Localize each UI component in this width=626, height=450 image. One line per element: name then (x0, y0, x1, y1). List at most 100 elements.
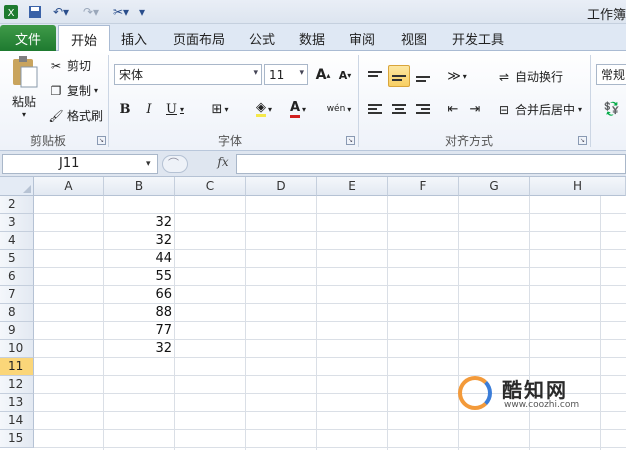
row-header-12[interactable]: 12 (0, 376, 34, 394)
cell-b6[interactable]: 55 (104, 268, 175, 286)
name-box[interactable]: J11 (2, 154, 158, 174)
formula-bar-resize-handle[interactable]: ⌒ (162, 155, 188, 173)
italic-button[interactable]: I (138, 98, 160, 120)
copy-button[interactable]: ❐ 复制 ▾ (48, 82, 98, 99)
tab-view[interactable]: 视图 (392, 25, 436, 51)
tab-file[interactable]: 文件 (0, 25, 56, 51)
align-center-button[interactable] (388, 98, 410, 120)
chevron-down-icon[interactable]: ▾ (146, 159, 151, 169)
tab-formulas[interactable]: 公式 (240, 25, 284, 51)
column-header-b[interactable]: B (104, 177, 175, 196)
orientation-button[interactable]: ≫ ▾ (442, 65, 472, 87)
phonetic-icon: wén (326, 104, 346, 114)
row-header-6[interactable]: 6 (0, 268, 34, 286)
cell-b10[interactable]: 32 (104, 340, 175, 358)
underline-button[interactable]: U ▾ (160, 98, 190, 120)
align-right-button[interactable] (412, 98, 434, 120)
shrink-font-button[interactable]: A ▾ (334, 64, 356, 86)
row-header-8[interactable]: 8 (0, 304, 34, 322)
align-left-icon (368, 104, 382, 114)
merge-center-label: 合并后居中 (515, 103, 576, 117)
alignment-launcher-icon[interactable]: ↘ (578, 136, 587, 145)
cell-b4[interactable]: 32 (104, 232, 175, 250)
borders-icon: ⊞ (211, 101, 223, 117)
watermark-logo: 酷知网 www.coozhi.com (458, 372, 608, 416)
cell-b3[interactable]: 32 (104, 214, 175, 232)
font-size-value: 11 (269, 67, 285, 82)
shrink-font-icon: A (338, 68, 348, 82)
wrap-text-icon: ⇌ (498, 69, 510, 84)
column-header-h[interactable]: H (530, 177, 626, 196)
tools-icon[interactable]: ✂▾ (110, 3, 132, 21)
fill-bucket-icon: ◈ (255, 100, 266, 117)
font-name-select[interactable]: 宋体 ▾ (114, 64, 262, 85)
cell-b8[interactable]: 88 (104, 304, 175, 322)
redo-icon[interactable]: ↷▾ (80, 3, 102, 21)
excel-icon: X (2, 3, 20, 21)
customize-icon[interactable]: ▾ (136, 3, 148, 21)
chevron-down-icon: ▾ (253, 68, 258, 78)
row-header-2[interactable]: 2 (0, 196, 34, 214)
row-header-5[interactable]: 5 (0, 250, 34, 268)
font-launcher-icon[interactable]: ↘ (346, 136, 355, 145)
grow-font-button[interactable]: A ▴ (312, 64, 334, 86)
coozhi-logo-icon (458, 376, 492, 410)
tab-home[interactable]: 开始 (58, 25, 110, 52)
increase-indent-button[interactable]: ⇥ (464, 98, 486, 120)
align-middle-button[interactable] (388, 65, 410, 87)
row-header-4[interactable]: 4 (0, 232, 34, 250)
select-all-corner[interactable] (0, 177, 34, 196)
format-painter-button[interactable]: 🖌 格式刷 (48, 107, 103, 124)
column-header-d[interactable]: D (246, 177, 317, 196)
row-header-15[interactable]: 15 (0, 430, 34, 448)
row-header-7[interactable]: 7 (0, 286, 34, 304)
cell-b9[interactable]: 77 (104, 322, 175, 340)
font-color-icon: A (289, 100, 301, 118)
row-header-9[interactable]: 9 (0, 322, 34, 340)
align-top-button[interactable] (364, 65, 386, 87)
row-header-14[interactable]: 14 (0, 412, 34, 430)
wrap-text-button[interactable]: ⇌ 自动换行 (496, 68, 563, 85)
cut-button[interactable]: ✂ 剪切 (48, 57, 91, 74)
merge-center-button[interactable]: ⊟ 合并后居中 ▾ (496, 101, 582, 118)
align-left-button[interactable] (364, 98, 386, 120)
cell-b5[interactable]: 44 (104, 250, 175, 268)
accounting-format-button[interactable]: 💱 (598, 98, 626, 120)
align-bottom-button[interactable] (412, 65, 434, 87)
paste-button[interactable]: 粘贴 ▾ (6, 55, 42, 125)
column-header-e[interactable]: E (317, 177, 388, 196)
borders-button[interactable]: ⊞ ▾ (204, 98, 236, 120)
tab-developer[interactable]: 开发工具 (444, 25, 512, 51)
phonetic-button[interactable]: wén ▾ (322, 98, 356, 120)
brush-icon: 🖌 (48, 108, 64, 123)
fill-color-button[interactable]: ◈ ▾ (248, 98, 280, 120)
row-header-10[interactable]: 10 (0, 340, 34, 358)
insert-function-icon[interactable]: fx (212, 155, 234, 173)
number-format-select[interactable]: 常规 (596, 64, 626, 85)
alignment-group-label: 对齐方式 (444, 134, 493, 148)
align-middle-icon (392, 71, 406, 81)
column-header-a[interactable]: A (34, 177, 104, 196)
decrease-indent-button[interactable]: ⇤ (442, 98, 464, 120)
font-color-button[interactable]: A ▾ (282, 98, 314, 120)
row-header-13[interactable]: 13 (0, 394, 34, 412)
clipboard-launcher-icon[interactable]: ↘ (97, 136, 106, 145)
tab-insert[interactable]: 插入 (112, 25, 156, 51)
row-header-3[interactable]: 3 (0, 214, 34, 232)
tab-review[interactable]: 审阅 (340, 25, 384, 51)
column-header-c[interactable]: C (175, 177, 246, 196)
tab-data[interactable]: 数据 (290, 25, 334, 51)
tab-page-layout[interactable]: 页面布局 (164, 25, 234, 51)
bold-button[interactable]: B (114, 98, 136, 120)
column-header-g[interactable]: G (459, 177, 530, 196)
clipboard-group-label: 剪贴板 (29, 134, 66, 148)
currency-icon: 💱 (603, 101, 621, 117)
formula-input[interactable] (236, 154, 626, 174)
ribbon: 粘贴 ▾ ✂ 剪切 ❐ 复制 ▾ 🖌 格式刷 剪贴板 ↘ 宋体 ▾ 11 ▾ A… (0, 51, 626, 151)
undo-icon[interactable]: ↶▾ (50, 3, 72, 21)
font-size-select[interactable]: 11 ▾ (264, 64, 308, 85)
save-icon[interactable] (26, 3, 44, 21)
column-header-f[interactable]: F (388, 177, 459, 196)
row-header-11[interactable]: 11 (0, 358, 34, 376)
cell-b7[interactable]: 66 (104, 286, 175, 304)
